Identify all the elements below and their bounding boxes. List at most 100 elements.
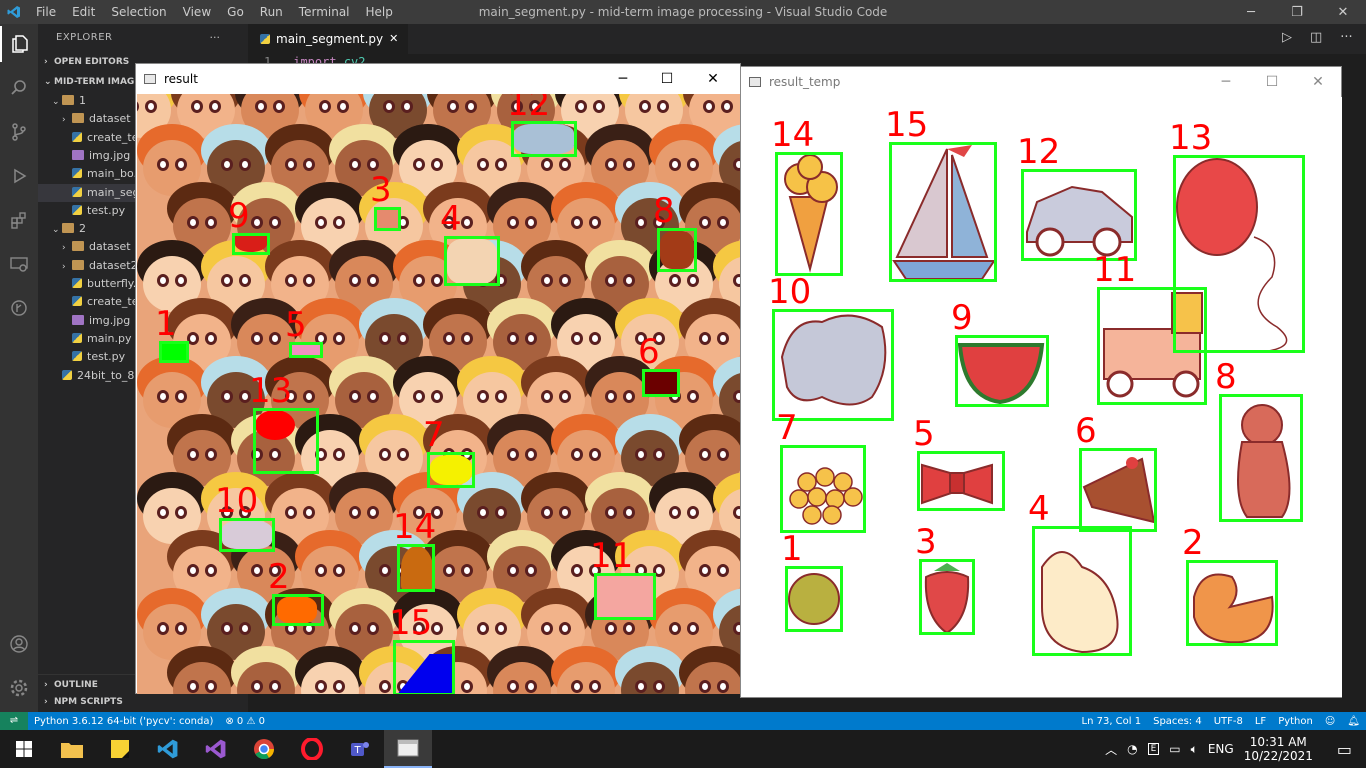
menu-run[interactable]: Run <box>252 0 291 24</box>
eye-shape <box>540 158 553 171</box>
python-file-icon <box>72 332 82 343</box>
search-icon[interactable] <box>0 70 38 106</box>
menu-terminal[interactable]: Terminal <box>291 0 358 24</box>
menu-edit[interactable]: Edit <box>64 0 103 24</box>
opera-icon[interactable] <box>288 730 336 768</box>
temp-minimize-button[interactable]: ─ <box>1203 67 1249 97</box>
remote-explorer-icon[interactable] <box>0 246 38 282</box>
close-tab-icon[interactable]: ✕ <box>389 24 398 54</box>
show-hidden-icons-icon[interactable]: ︿ <box>1105 741 1117 758</box>
run-file-icon[interactable]: ▷ <box>1282 30 1292 45</box>
encoding[interactable]: UTF-8 <box>1208 716 1249 727</box>
extensions-icon[interactable] <box>0 202 38 238</box>
remote-indicator-icon[interactable]: ⇌ <box>0 712 28 730</box>
chrome-icon[interactable] <box>240 730 288 768</box>
notifications-icon[interactable]: 🔔︎ <box>1341 716 1366 727</box>
settings-gear-icon[interactable] <box>0 670 38 706</box>
npm-scripts-label: NPM SCRIPTS <box>54 697 123 707</box>
eye-shape <box>366 274 379 287</box>
tab-main-segment[interactable]: main_segment.py ✕ <box>248 24 409 54</box>
result-close-button[interactable]: ✕ <box>690 64 736 94</box>
result-window[interactable]: result ─ ☐ ✕ 1 2 3 4 5 6 7 8 9 10 11 12 13 14 15 <box>135 63 741 694</box>
result-box-label: 2 <box>268 557 290 597</box>
result-temp-window-titlebar[interactable]: result_temp ─ ☐ ✕ <box>741 67 1341 97</box>
close-button[interactable]: ✕ <box>1320 0 1366 24</box>
more-actions-icon[interactable]: ··· <box>210 31 221 44</box>
sticky-notes-icon[interactable] <box>96 730 144 768</box>
opencv-window-taskbar-icon[interactable] <box>384 730 432 768</box>
language-indicator[interactable]: ENG <box>1208 742 1234 756</box>
cursor-position[interactable]: Ln 73, Col 1 <box>1076 716 1148 727</box>
menu-file[interactable]: File <box>28 0 64 24</box>
template-box-label: 11 <box>1093 250 1137 290</box>
result-bounding-box <box>232 233 270 255</box>
action-center-icon[interactable]: ▭ <box>1337 740 1352 759</box>
restore-button[interactable]: ❐ <box>1274 0 1320 24</box>
result-maximize-button[interactable]: ☐ <box>644 64 690 94</box>
tree-item-label: img.jpg <box>89 148 131 162</box>
temp-maximize-button[interactable]: ☐ <box>1249 67 1295 97</box>
input-method-icon[interactable]: E <box>1147 743 1160 755</box>
menu-help[interactable]: Help <box>358 0 401 24</box>
eye-shape <box>570 332 583 345</box>
result-bounding-box <box>272 594 324 626</box>
account-icon[interactable] <box>0 626 38 662</box>
result-temp-window[interactable]: result_temp ─ ☐ ✕ 14 15 12 13 10 9 11 8 … <box>740 66 1342 698</box>
source-control-icon[interactable] <box>0 114 38 150</box>
temp-close-button[interactable]: ✕ <box>1295 67 1341 97</box>
result-bounding-box <box>511 121 577 157</box>
start-button-icon[interactable] <box>0 730 48 768</box>
minimize-button[interactable]: ─ <box>1228 0 1274 24</box>
template-bounding-box <box>1032 526 1132 656</box>
eye-shape <box>476 506 489 519</box>
eye-shape <box>506 216 519 229</box>
language-mode[interactable]: Python <box>1272 716 1319 727</box>
vscode-taskbar-icon[interactable] <box>144 730 192 768</box>
open-editors-section[interactable]: › OPEN EDITORS <box>38 52 129 72</box>
eye-shape <box>348 158 361 171</box>
eye-shape <box>204 448 217 461</box>
visual-studio-icon[interactable] <box>192 730 240 768</box>
split-editor-icon[interactable]: ◫ <box>1310 30 1322 45</box>
feedback-icon[interactable]: ☺ <box>1319 716 1341 727</box>
menu-view[interactable]: View <box>175 0 219 24</box>
chevron-icon: › <box>62 261 66 272</box>
python-interpreter[interactable]: Python 3.6.12 64-bit ('pycv': conda) <box>28 716 219 727</box>
result-window-titlebar[interactable]: result ─ ☐ ✕ <box>136 64 740 94</box>
eye-shape <box>686 158 699 171</box>
explorer-icon[interactable] <box>0 26 38 62</box>
eye-shape <box>284 158 297 171</box>
eye-shape <box>668 274 681 287</box>
battery-icon[interactable]: ▭ <box>1169 742 1180 756</box>
line-endings[interactable]: LF <box>1249 716 1272 727</box>
menu-selection[interactable]: Selection <box>103 0 174 24</box>
file-explorer-icon[interactable] <box>48 730 96 768</box>
menu-go[interactable]: Go <box>219 0 252 24</box>
folder-icon <box>62 223 74 234</box>
python-file-icon <box>72 296 82 307</box>
clock[interactable]: 10:31 AM 10/22/2021 <box>1244 735 1313 763</box>
run-debug-icon[interactable] <box>0 158 38 194</box>
eye-shape <box>668 158 681 171</box>
volume-icon[interactable]: 🔈︎ <box>1191 742 1198 757</box>
eye-shape <box>464 100 477 113</box>
eye-shape <box>204 216 217 229</box>
template-bounding-box <box>1021 169 1137 261</box>
eye-shape <box>540 506 553 519</box>
indentation[interactable]: Spaces: 4 <box>1147 716 1208 727</box>
editor-more-icon[interactable]: ··· <box>1340 30 1352 45</box>
template-bounding-box <box>780 445 866 533</box>
tree-item-label: main.py <box>87 331 132 345</box>
eye-shape <box>698 216 711 229</box>
problems-indicator[interactable]: ⊗ 0 ⚠ 0 <box>219 716 271 727</box>
eye-shape <box>558 506 571 519</box>
result-minimize-button[interactable]: ─ <box>600 64 646 94</box>
template-box-label: 4 <box>1028 489 1050 529</box>
git-graph-icon[interactable] <box>0 290 38 326</box>
npm-scripts-section[interactable]: › NPM SCRIPTS <box>38 692 123 712</box>
wifi-icon[interactable]: ◔ <box>1127 742 1137 756</box>
clock-date: 10/22/2021 <box>1243 749 1313 763</box>
eye-shape <box>622 274 635 287</box>
teams-icon[interactable]: T <box>336 730 384 768</box>
clock-time: 10:31 AM <box>1249 735 1307 749</box>
